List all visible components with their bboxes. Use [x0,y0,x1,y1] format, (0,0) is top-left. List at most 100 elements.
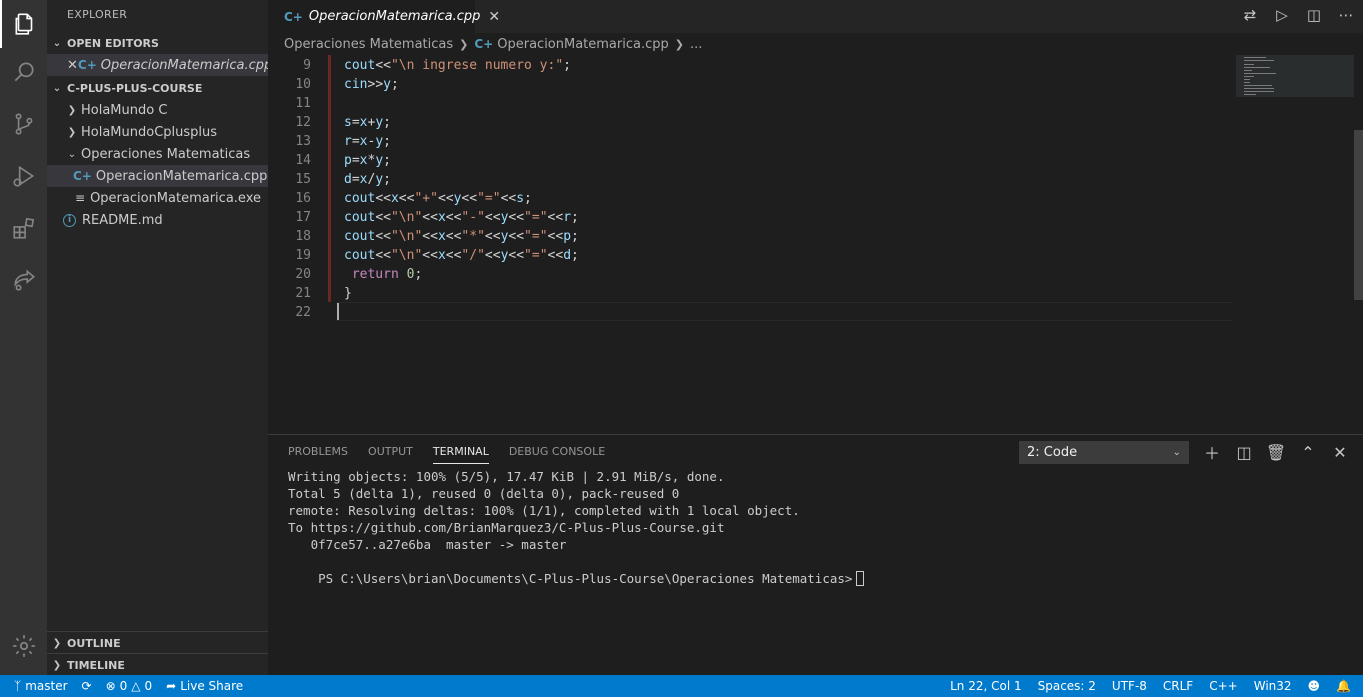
tab-bar: C+ OperacionMatemarica.cpp ✕ ⇄ ▷ ◫ ⋯ [268,0,1363,33]
file-operacionmatemarica-exe[interactable]: ≡ OperacionMatemarica.exe [47,187,268,209]
open-editors-header[interactable]: ⌄ OPEN EDITORS [47,32,268,54]
code-line[interactable]: 16 cout<<x<<"+"<<y<<"="<<s; [268,189,1233,208]
line-number: 13 [295,134,311,149]
line-number: 20 [295,267,311,282]
line-number: 21 [295,286,311,301]
extensions-icon[interactable] [0,204,47,252]
terminal-select[interactable]: 2: Code ⌄ [1019,441,1189,464]
new-terminal-icon[interactable]: ＋ [1203,441,1221,463]
line-number: 16 [295,191,311,206]
run-debug-icon[interactable] [0,152,47,200]
git-branch-icon: ᛉ [14,679,22,693]
close-icon[interactable]: ✕ [488,9,500,25]
code-line[interactable]: 18 cout<<"\n"<<x<<"*"<<y<<"="<<p; [268,227,1233,246]
sync-button[interactable]: ⟳ [82,679,92,693]
line-number: 18 [295,229,311,244]
tab-terminal[interactable]: TERMINAL [432,445,489,464]
code-text: return 0; [351,267,423,282]
tab-operacionmatemarica-cpp[interactable]: C+ OperacionMatemarica.cpp ✕ [268,0,500,33]
chevron-right-icon: ❯ [52,659,62,671]
folder-holamundocplusplus[interactable]: ❯ HolaMundoCplusplus [47,121,268,143]
search-icon[interactable] [0,48,47,96]
code-line[interactable]: 14 p=x*y; [268,151,1233,170]
code-text: d=x/y; [344,172,391,187]
line-number: 17 [295,210,311,225]
breadcrumb-file[interactable]: OperacionMatemarica.cpp [497,37,669,52]
code-editor[interactable]: 9 cout<<"\n ingrese numero y:"; 10 cin>>y; 1… [268,55,1363,434]
tab-output[interactable]: OUTPUT [368,445,413,464]
open-changes-icon[interactable]: ⇄ [1241,6,1259,24]
terminal-line: To https://github.com/BrianMarquez3/C-Pl… [288,520,725,535]
split-terminal-icon[interactable]: ◫ [1235,441,1253,463]
project-header[interactable]: ⌄ C-PLUS-PLUS-COURSE [47,77,268,99]
code-line[interactable]: 11 [268,94,1233,113]
file-readme-md[interactable]: i README.md [47,209,268,231]
source-control-icon[interactable] [0,100,47,148]
warning-icon: △ [131,679,141,693]
run-icon[interactable]: ▷ [1273,6,1291,24]
explorer-title: EXPLORER [67,8,128,21]
tab-problems[interactable]: PROBLEMS [288,445,348,464]
open-editor-item[interactable]: ✕ C+ OperacionMatemarica.cpp ... [47,54,291,76]
breadcrumb: Operaciones Matematicas ❯ C+ OperacionMa… [268,33,1363,55]
vertical-scrollbar[interactable] [1354,130,1363,300]
platform[interactable]: Win32 [1254,679,1292,693]
close-panel-icon[interactable]: ✕ [1331,441,1349,463]
branch-indicator[interactable]: ᛉ master [14,679,68,693]
chevron-right-icon: ❯ [67,104,77,116]
code-line[interactable]: 19 cout<<"\n"<<x<<"/"<<y<<"="<<d; [268,246,1233,265]
live-share-button[interactable]: ➦ Live Share [166,679,243,693]
status-bar: ᛉ master ⟳ ⊗ 0 △ 0 ➦ Live Share Ln 22, C… [0,675,1363,697]
notifications-bell-icon[interactable]: 🔔 [1336,679,1351,693]
problems-indicator[interactable]: ⊗ 0 △ 0 [106,679,153,693]
code-line[interactable]: 15 d=x/y; [268,170,1233,189]
folder-holamundo-c[interactable]: ❯ HolaMundo C [47,99,268,121]
code-text: p=x*y; [344,153,391,168]
tab-debug-console[interactable]: DEBUG CONSOLE [509,445,605,464]
line-number: 9 [303,58,311,73]
text-cursor [337,303,339,320]
cursor-position[interactable]: Ln 22, Col 1 [950,679,1022,693]
code-text: } [344,286,352,301]
live-share-icon[interactable] [0,256,47,304]
breadcrumb-more[interactable]: ... [690,37,702,52]
code-line[interactable]: 20 return 0; [268,265,1233,284]
split-editor-icon[interactable]: ◫ [1305,6,1323,24]
code-line[interactable]: 12 s=x+y; [268,113,1233,132]
feedback-icon[interactable]: ☻ [1308,679,1321,693]
code-text: s=x+y; [344,115,391,130]
line-number: 10 [295,77,311,92]
code-line[interactable]: 9 cout<<"\n ingrese numero y:"; [268,56,1233,75]
breadcrumb-folder[interactable]: Operaciones Matematicas [284,37,453,52]
maximize-panel-icon[interactable]: ⌃ [1299,441,1317,463]
close-icon[interactable]: ✕ [67,58,78,73]
line-number: 15 [295,172,311,187]
outline-header[interactable]: ❯ OUTLINE [47,632,268,654]
code-line[interactable]: 17 cout<<"\n"<<x<<"-"<<y<<"="<<r; [268,208,1233,227]
code-line[interactable]: 21} [268,284,1233,303]
minimap[interactable] [1236,55,1354,97]
more-actions-icon[interactable]: ⋯ [1337,6,1355,24]
language-mode[interactable]: C++ [1209,679,1238,693]
timeline-header[interactable]: ❯ TIMELINE [47,654,268,676]
end-of-line[interactable]: CRLF [1163,679,1193,693]
encoding[interactable]: UTF-8 [1112,679,1147,693]
indentation[interactable]: Spaces: 2 [1038,679,1096,693]
code-line[interactable]: 13 r=x-y; [268,132,1233,151]
live-share-icon: ➦ [166,679,177,693]
folder-operaciones-matematicas[interactable]: ⌄ Operaciones Matematicas [47,143,268,165]
line-number: 12 [295,115,311,130]
code-text: cout<<x<<"+"<<y<<"="<<s; [344,191,532,206]
code-text: cout<<"\n"<<x<<"/"<<y<<"="<<d; [344,248,579,263]
chevron-right-icon: ❯ [52,637,62,649]
settings-gear-icon[interactable] [0,622,47,670]
terminal-cursor [856,571,865,586]
terminal-prompt-line[interactable]: PS C:\Users\brian\Documents\C-Plus-Plus-… [288,553,865,586]
code-line[interactable]: 10 cin>>y; [268,75,1233,94]
code-line[interactable]: 22 [268,303,1233,322]
code-text: cin>>y; [344,77,399,92]
file-operacionmatemarica-cpp[interactable]: C+ OperacionMatemarica.cpp [47,165,268,187]
explorer-icon[interactable] [0,0,47,48]
trash-icon[interactable]: 🗑 [1266,441,1286,463]
explorer-sidebar: EXPLORER ⌄ OPEN EDITORS ✕ C+ OperacionMa… [47,0,291,676]
